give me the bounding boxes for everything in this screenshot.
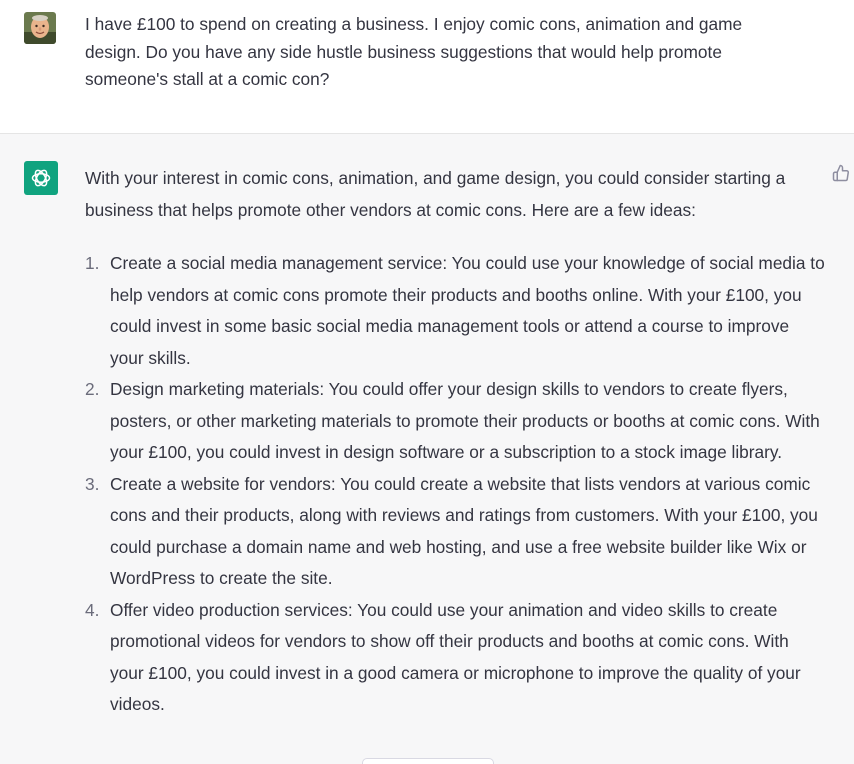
- chat-page: I have £100 to spend on creating a busin…: [0, 0, 854, 764]
- user-message-text: I have £100 to spend on creating a busin…: [85, 14, 743, 89]
- list-item-text: Create a social media management service…: [110, 253, 825, 368]
- list-item: 4. Offer video production services: You …: [85, 595, 825, 721]
- list-item: 3. Create a website for vendors: You cou…: [85, 469, 825, 595]
- list-item-number: 1.: [85, 253, 100, 273]
- list-item-text: Design marketing materials: You could of…: [110, 379, 820, 462]
- regenerate-button[interactable]: [362, 758, 494, 764]
- openai-logo-icon: [24, 161, 58, 195]
- list-item-text: Create a website for vendors: You could …: [110, 473, 818, 589]
- list-item-number: 2.: [85, 379, 100, 399]
- assistant-intro-text: With your interest in comic cons, animat…: [85, 168, 786, 220]
- user-message-row: I have £100 to spend on creating a busin…: [0, 0, 854, 134]
- list-item-number: 4.: [85, 599, 100, 620]
- list-item: 1. Create a social media management serv…: [85, 248, 825, 374]
- list-item-text: Offer video production services: You cou…: [110, 599, 801, 715]
- suggestion-list: 1. Create a social media management serv…: [85, 248, 825, 721]
- thumbs-up-icon[interactable]: [832, 164, 850, 182]
- list-item-number: 3.: [85, 473, 100, 494]
- user-avatar-image: [24, 12, 56, 44]
- list-item: 2. Design marketing materials: You could…: [85, 374, 825, 469]
- assistant-message-row: With your interest in comic cons, animat…: [0, 134, 854, 764]
- user-avatar: [24, 12, 56, 44]
